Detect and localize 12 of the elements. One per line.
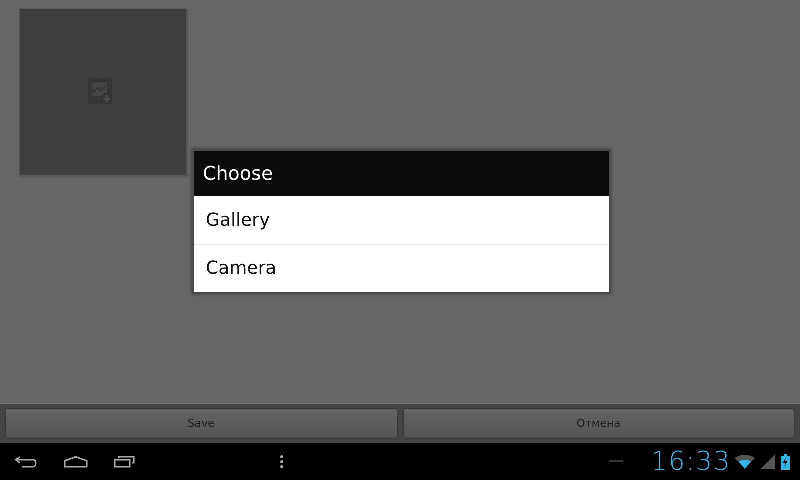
menu-icon[interactable] [280,454,284,468]
dialog-option[interactable]: Camera [194,244,609,292]
dialog-option[interactable]: Gallery [194,196,609,244]
signal-icon [761,454,775,468]
battery-icon [781,454,790,470]
clock: 16:33 [651,446,731,476]
add-image-icon [88,78,114,106]
back-icon[interactable] [14,454,38,468]
recent-apps-icon[interactable] [114,455,136,468]
wifi-icon [735,454,755,468]
home-icon[interactable] [64,456,88,468]
dialog-title: Choose [194,151,609,196]
